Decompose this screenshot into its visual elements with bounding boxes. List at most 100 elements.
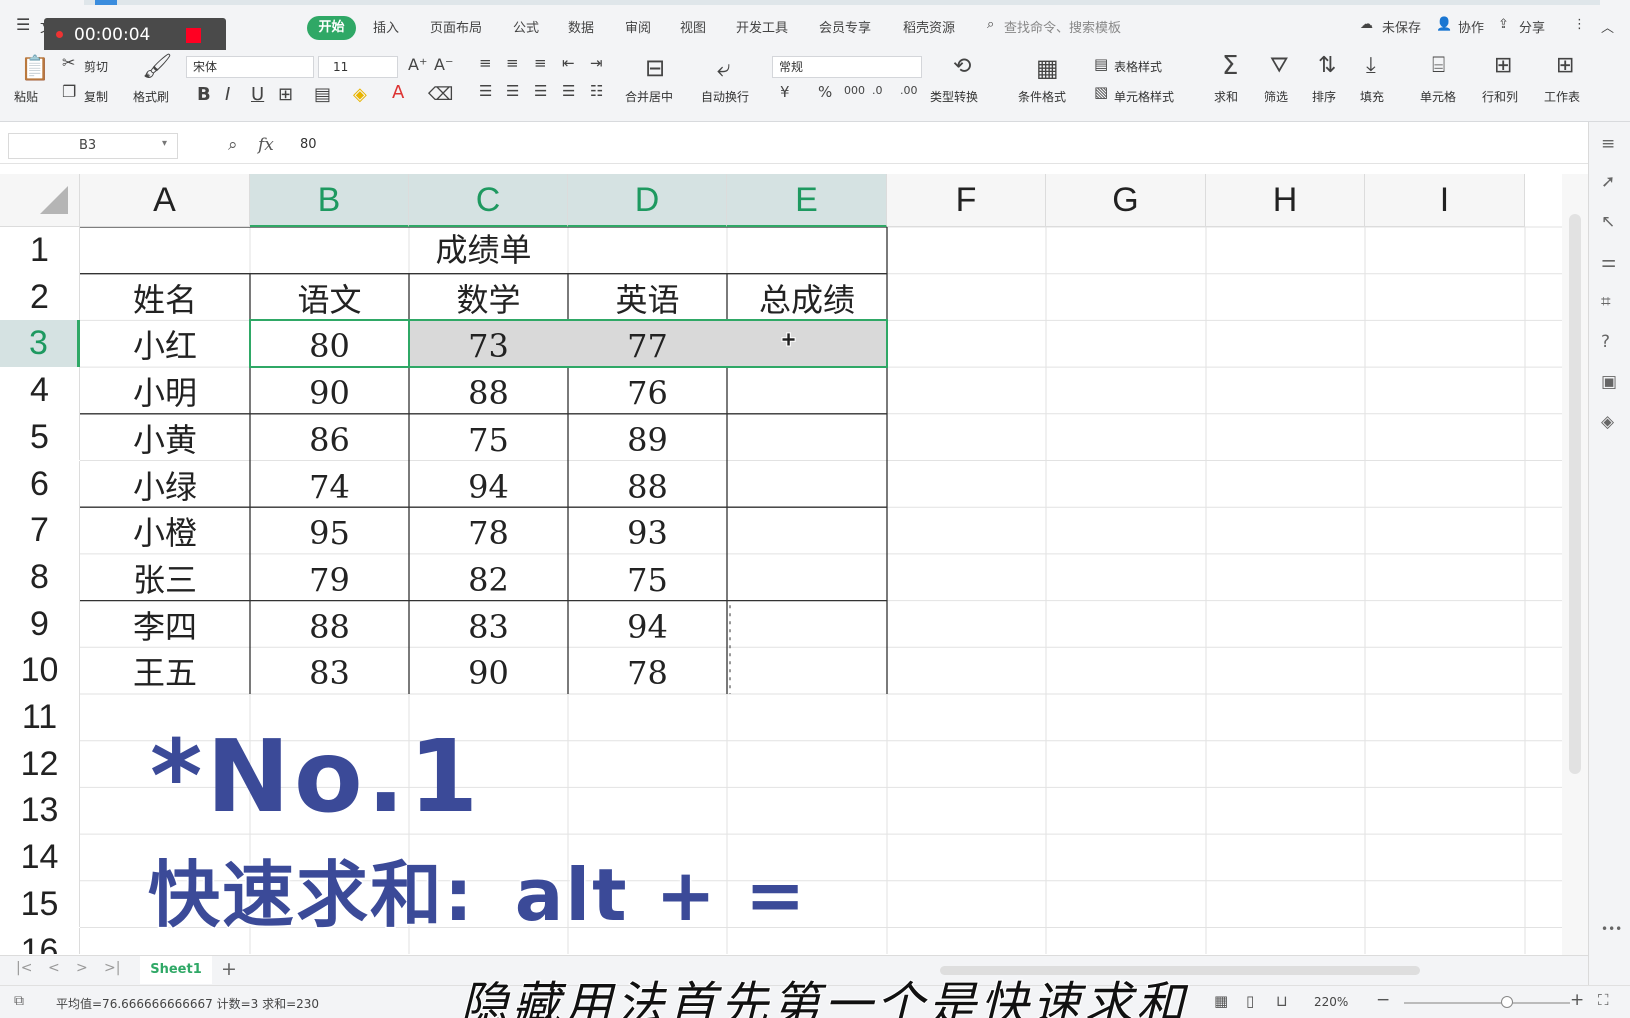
align-left-icon[interactable]: ☰ [479,84,492,99]
tab-developer[interactable]: 开发工具 [736,17,788,36]
thousands-icon[interactable]: 000 [844,85,865,96]
row-header-13[interactable]: 13 [0,787,80,835]
row-header-6[interactable]: 6 [0,460,80,508]
sort-button[interactable]: 排序 [1312,88,1336,105]
tab-data[interactable]: 数据 [568,17,594,36]
stop-recording-icon[interactable] [186,28,201,43]
unsaved-status[interactable]: 未保存 [1382,17,1421,36]
cell-score[interactable]: 90 [409,647,568,694]
cell-name[interactable]: 小黄 [80,414,250,461]
row-header-8[interactable]: 8 [0,553,80,601]
column-header-c[interactable]: C [409,174,568,227]
cell-score[interactable]: 74 [250,461,409,508]
crop-icon[interactable]: ⌗ [1601,292,1611,312]
hamburger-menu-icon[interactable]: ☰ [16,15,30,34]
command-search-input[interactable]: 查找命令、搜索模板 [1004,17,1121,36]
row-header-11[interactable]: 11 [0,694,80,741]
wrap-text-button[interactable]: 自动换行 [701,88,749,105]
currency-icon[interactable]: ¥ [780,85,790,100]
sidebar-menu-icon[interactable]: ≡ [1601,134,1615,154]
tab-page-layout[interactable]: 页面布局 [430,17,482,36]
formula-input[interactable]: 80 [300,137,317,152]
cell-score[interactable]: 93 [568,507,727,554]
increase-font-icon[interactable]: A⁺ [408,57,427,73]
name-box-dropdown-icon[interactable]: ▾ [162,138,167,149]
cell-header[interactable]: 英语 [568,274,727,321]
cell-header[interactable]: 姓名 [80,274,250,321]
cell-score[interactable]: 95 [250,507,409,554]
tab-member[interactable]: 会员专享 [819,17,871,36]
first-sheet-icon[interactable]: |< [16,960,32,976]
row-header-2[interactable]: 2 [0,273,80,321]
cell-score[interactable]: 90 [250,367,409,414]
cell-header[interactable]: 总成绩 [727,274,887,321]
cell-name[interactable]: 小橙 [80,507,250,554]
row-header-14[interactable]: 14 [0,834,80,881]
vertical-scroll-thumb[interactable] [1569,214,1581,774]
cell-title[interactable]: 成绩单 [80,227,887,274]
align-bottom-icon[interactable]: ≡ [534,56,547,71]
zoom-formula-icon[interactable]: ⌕ [228,135,238,155]
row-header-7[interactable]: 7 [0,507,80,554]
paste-button[interactable]: 粘贴 [14,88,38,105]
row-header-4[interactable]: 4 [0,367,80,414]
column-header-f[interactable]: F [887,174,1046,227]
type-convert-button[interactable]: 类型转换 [930,88,978,105]
cell-name[interactable]: 李四 [80,601,250,648]
last-sheet-icon[interactable]: >| [104,960,120,976]
cell-header[interactable]: 数学 [409,274,568,321]
prev-sheet-icon[interactable]: < [48,960,60,976]
sum-button[interactable]: 求和 [1214,88,1238,105]
bold-icon[interactable]: B [197,86,211,104]
name-box[interactable]: B3 [8,133,178,159]
increase-decimal-icon[interactable]: .0 [872,85,883,96]
status-icon[interactable]: ⧉ [14,993,24,1009]
cell-score[interactable]: 88 [250,601,409,648]
cell-button[interactable]: 单元格 [1420,88,1456,105]
merge-center-button[interactable]: 合并居中 [625,88,673,105]
zoom-out-icon[interactable]: − [1376,990,1390,1010]
column-header-i[interactable]: I [1365,174,1525,227]
filter-button[interactable]: 筛选 [1264,88,1288,105]
cell-score[interactable]: 79 [250,554,409,601]
more-tools-icon[interactable]: ••• [1601,922,1622,936]
tab-formula[interactable]: 公式 [513,17,539,36]
zoom-in-icon[interactable]: + [1570,990,1584,1010]
sheet-tab-sheet1[interactable]: Sheet1 [140,956,212,984]
page-layout-view-icon[interactable]: ▯ [1246,992,1254,1010]
column-header-a[interactable]: A [80,174,250,227]
cell-header[interactable]: 语文 [250,274,409,321]
justify-icon[interactable]: ☰ [562,84,575,99]
rocket-icon[interactable]: ➚ [1601,172,1615,192]
cell-name[interactable]: 小绿 [80,461,250,508]
fx-icon[interactable]: fx [258,135,274,155]
zoom-slider-track[interactable] [1404,1002,1570,1004]
cell-score[interactable]: 88 [409,367,568,414]
cut-button[interactable]: 剪切 [84,58,108,75]
align-right-icon[interactable]: ☰ [534,84,547,99]
cell-score[interactable]: 78 [568,647,727,694]
cell-score[interactable]: 88 [568,461,727,508]
row-header-1[interactable]: 1 [0,227,80,274]
cell-score[interactable]: 83 [409,601,568,648]
cell-score[interactable]: 83 [250,647,409,694]
collapse-ribbon-icon[interactable]: ︿ [1601,17,1614,36]
table-style-button[interactable]: 表格样式 [1114,58,1162,75]
clear-format-icon[interactable]: ⌫ [428,86,453,104]
cell-name[interactable]: 王五 [80,647,250,694]
tab-view[interactable]: 视图 [680,17,706,36]
cell-score[interactable]: 76 [568,367,727,414]
more-icon[interactable]: ⋮ [1573,17,1586,32]
tab-docer-resources[interactable]: 稻壳资源 [903,17,955,36]
column-header-e[interactable]: E [727,174,887,227]
fill-color-icon[interactable]: ◈ [353,86,367,104]
row-header-16[interactable]: 16 [0,927,80,954]
align-middle-icon[interactable]: ≡ [506,56,519,71]
cell-score[interactable]: 75 [568,554,727,601]
tab-home[interactable]: 开始 [307,16,356,40]
cell-style-button[interactable]: 单元格样式 [1114,88,1174,105]
cell-score[interactable]: 89 [568,414,727,461]
conditional-format-button[interactable]: 条件格式 [1018,88,1066,105]
copy-button[interactable]: 复制 [84,88,108,105]
paste-icon[interactable]: 📋 [20,56,50,80]
